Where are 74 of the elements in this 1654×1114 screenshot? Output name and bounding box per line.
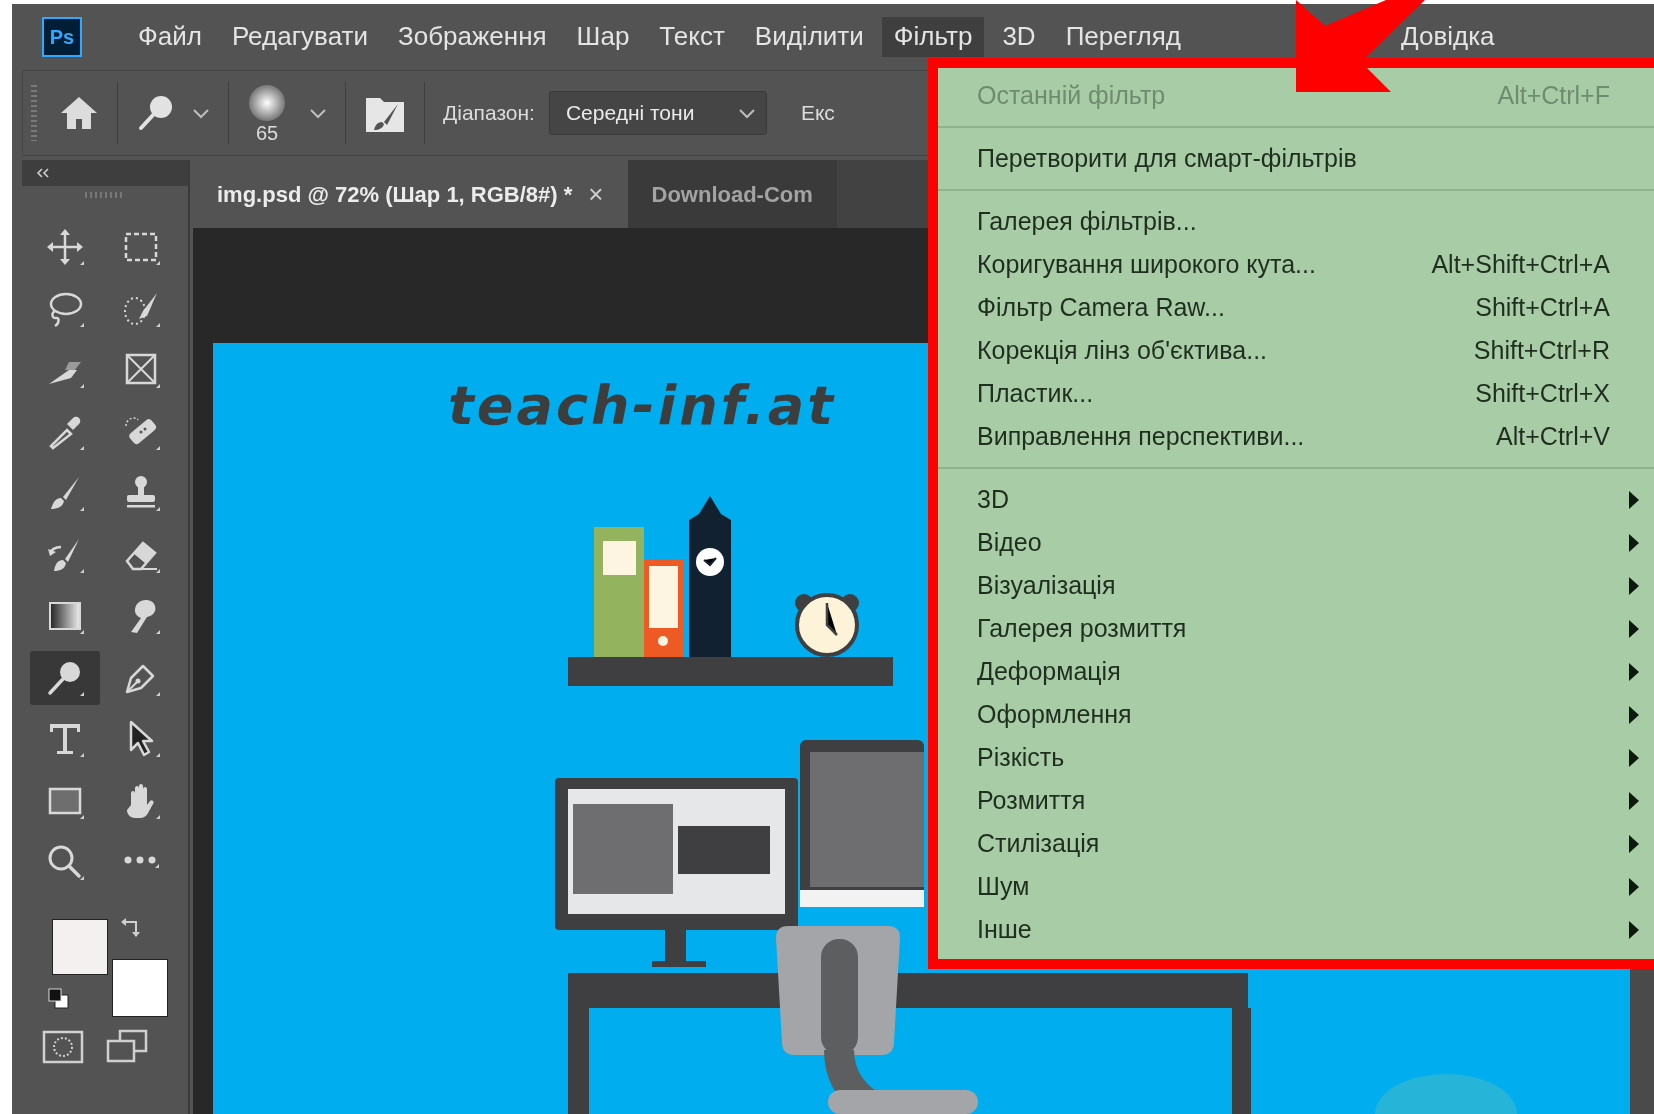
document-tab[interactable]: img.psd @ 72% (Шар 1, RGB/8#) * × [193,160,628,228]
app-logo: Ps [42,17,82,57]
caret-icon [737,107,756,119]
submenu-arrow-icon [1628,661,1640,682]
brush-size: 65 [255,123,279,143]
screen-mode-button[interactable] [106,1028,150,1065]
caret-icon [309,107,327,119]
home-icon [59,95,99,131]
move-icon [45,227,85,267]
menu-item[interactable]: Виділити [742,17,876,57]
home-button[interactable] [59,95,99,131]
menu-item[interactable]: Перегляд [1053,17,1194,57]
brush-tip-icon [247,83,287,123]
brush-picker[interactable]: 65 [247,83,327,143]
submenu-arrow-icon [1628,575,1640,596]
menu-item[interactable]: Відео [938,521,1654,564]
paddle-tool[interactable] [30,650,100,705]
menu-item[interactable]: Стилізація [938,822,1654,865]
submenu-arrow-icon [1628,704,1640,725]
foreground-color-swatch[interactable] [52,918,108,975]
image-title: teach-inf.at [448,373,836,439]
submenu-arrow-icon [1628,919,1640,940]
menu-item[interactable]: Виправлення перспективи... Alt+Ctrl+V [938,415,1654,458]
menu-item[interactable]: Інше [938,908,1654,951]
menu-item[interactable]: Корекція лінз об'єктива... Shift+Ctrl+R [938,329,1654,372]
menu-item[interactable]: Редагувати [219,17,380,57]
more-icon [122,855,160,869]
submenu-arrow-icon [1628,833,1640,854]
menu-item[interactable]: 3D [990,17,1048,57]
menu-item[interactable]: Галерея фільтрів... [938,200,1654,243]
submenu-arrow-icon [1628,790,1640,811]
quick-mask-icon [42,1029,84,1064]
range-label: Діапазон: [443,100,535,127]
shortcut-label: Alt+Ctrl+F [1497,79,1610,111]
menu-item[interactable]: Розмиття [938,779,1654,822]
menu-item[interactable]: Зображення [385,17,559,57]
shortcut-label: Shift+Ctrl+R [1473,334,1610,366]
shortcut-label: Alt+Shift+Ctrl+A [1431,248,1610,280]
menu-item[interactable]: Галерея розмиття [938,607,1654,650]
menu-item[interactable]: Візуалізація [938,564,1654,607]
shortcut-label: Shift+Ctrl+A [1475,291,1610,323]
submenu-arrow-icon [1628,618,1640,639]
background-color-swatch[interactable] [112,958,168,1017]
menu-item[interactable]: Перетворити для смарт-фільтрів [938,137,1654,180]
shortcut-label: Shift+Ctrl+X [1475,377,1610,409]
screen-mode-icon [106,1028,150,1065]
document-tab[interactable]: Download-Com [627,160,837,228]
menu-item[interactable]: Пластик... Shift+Ctrl+X [938,372,1654,415]
menu-item[interactable]: Шар [564,17,642,57]
submenu-arrow-icon [1628,876,1640,897]
menu-item[interactable]: Різкість [938,736,1654,779]
swap-icon [120,916,142,939]
menu-item[interactable]: Текст [647,17,737,57]
collapse-icon [36,168,50,178]
close-button[interactable]: × [588,181,604,207]
menu-item[interactable]: Файл [126,17,214,57]
default-colors-icon [48,988,70,1011]
menu-item[interactable]: 3D [938,478,1654,521]
tool-preset-picker[interactable] [136,93,210,133]
menu-item[interactable]: Шум [938,865,1654,908]
menu-item[interactable]: Фільтр Camera Raw... Shift+Ctrl+A [938,286,1654,329]
quick-mask-button[interactable] [42,1028,84,1065]
caret-icon [192,107,210,119]
submenu-arrow-icon [1628,747,1640,768]
menu-item[interactable]: Деформація [938,650,1654,693]
submenu-arrow-icon [1628,489,1640,510]
menu-item[interactable]: Оформлення [938,693,1654,736]
menu-item[interactable]: Коригування широкого кута... Alt+Shift+Ctrl+A [938,243,1654,286]
menu-item[interactable]: Довідка [1389,17,1507,57]
shortcut-label: Alt+Ctrl+V [1496,420,1610,452]
submenu-arrow-icon [1628,532,1640,553]
range-dropdown[interactable]: Середні тони [548,91,767,135]
menu-item[interactable]: Фільтр [881,17,985,57]
exposure-label: Екс [800,100,835,127]
